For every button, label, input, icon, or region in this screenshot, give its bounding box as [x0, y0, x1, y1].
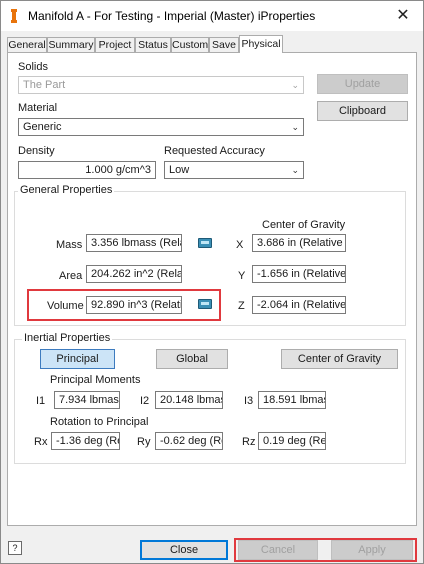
- x-label: X: [236, 239, 244, 251]
- area-field[interactable]: 204.262 in^2 (Relative: [86, 265, 182, 283]
- y-label: Y: [238, 270, 246, 282]
- chevron-down-icon: ⌄: [291, 122, 299, 132]
- physical-panel: Solids The Part ⌄ Update Material Clipbo…: [7, 52, 417, 526]
- i2-label: I2: [140, 395, 150, 407]
- chevron-down-icon: ⌄: [291, 80, 299, 90]
- density-label: Density: [18, 145, 55, 157]
- inventor-app-icon: [8, 8, 20, 24]
- ry-field[interactable]: -0.62 deg (Rela: [155, 432, 223, 450]
- clipboard-button[interactable]: Clipboard: [317, 101, 408, 121]
- calculator-icon[interactable]: [198, 238, 212, 248]
- title-bar: Manifold A - For Testing - Imperial (Mas…: [1, 1, 423, 31]
- general-properties-title: General Properties: [18, 184, 115, 196]
- i1-field[interactable]: 7.934 lbmass in: [54, 391, 120, 409]
- accuracy-dropdown[interactable]: Low ⌄: [164, 161, 304, 179]
- material-value: Generic: [23, 121, 62, 133]
- tab-physical[interactable]: Physical: [239, 35, 283, 53]
- close-button[interactable]: Close: [140, 540, 228, 560]
- tab-status[interactable]: Status: [135, 37, 171, 52]
- i1-label: I1: [36, 395, 46, 407]
- apply-button[interactable]: Apply: [331, 540, 413, 560]
- volume-label: Volume: [47, 300, 84, 312]
- z-label: Z: [238, 300, 245, 312]
- cancel-button[interactable]: Cancel: [238, 540, 318, 560]
- i2-field[interactable]: 20.148 lbmass: [155, 391, 223, 409]
- tab-custom[interactable]: Custom: [171, 37, 209, 52]
- inertial-properties-title: Inertial Properties: [22, 332, 113, 344]
- tab-save[interactable]: Save: [209, 37, 239, 52]
- principal-button[interactable]: Principal: [40, 349, 115, 369]
- cog-y-field[interactable]: -1.656 in (Relative Err: [252, 265, 346, 283]
- close-icon[interactable]: ✕: [393, 6, 413, 26]
- mass-label: Mass: [56, 239, 83, 251]
- material-dropdown[interactable]: Generic ⌄: [18, 118, 304, 136]
- rotation-to-principal-label: Rotation to Principal: [50, 416, 149, 428]
- solids-value: The Part: [23, 79, 66, 91]
- principal-moments-label: Principal Moments: [50, 374, 141, 386]
- help-icon[interactable]: ?: [8, 541, 22, 555]
- update-button[interactable]: Update: [317, 74, 408, 94]
- volume-field[interactable]: 92.890 in^3 (Relative: [86, 296, 182, 314]
- material-label: Material: [18, 102, 58, 114]
- tab-project[interactable]: Project: [95, 37, 135, 52]
- rx-label: Rx: [34, 436, 48, 448]
- accuracy-label: Requested Accuracy: [164, 145, 265, 157]
- density-field[interactable]: 1.000 g/cm^3: [18, 161, 156, 179]
- area-label: Area: [59, 270, 83, 282]
- rz-field[interactable]: 0.19 deg (Relat: [258, 432, 326, 450]
- i3-field[interactable]: 18.591 lbmass: [258, 391, 326, 409]
- i3-label: I3: [244, 395, 254, 407]
- tab-general[interactable]: General: [7, 37, 47, 52]
- cog-x-field[interactable]: 3.686 in (Relative Erro: [252, 234, 346, 252]
- rz-label: Rz: [242, 436, 256, 448]
- center-of-gravity-button[interactable]: Center of Gravity: [281, 349, 398, 369]
- solids-label: Solids: [18, 61, 48, 73]
- window-title: Manifold A - For Testing - Imperial (Mas…: [28, 9, 316, 23]
- cog-z-field[interactable]: -2.064 in (Relative Err: [252, 296, 346, 314]
- global-button[interactable]: Global: [156, 349, 228, 369]
- chevron-down-icon: ⌄: [291, 165, 299, 175]
- rx-field[interactable]: -1.36 deg (Rela: [51, 432, 120, 450]
- center-of-gravity-title: Center of Gravity: [262, 219, 346, 231]
- calculator-icon[interactable]: [198, 299, 212, 309]
- ry-label: Ry: [137, 436, 151, 448]
- solids-dropdown[interactable]: The Part ⌄: [18, 76, 304, 94]
- accuracy-value: Low: [169, 164, 190, 176]
- iproperties-dialog: Manifold A - For Testing - Imperial (Mas…: [0, 0, 424, 564]
- mass-field[interactable]: 3.356 lbmass (Relative: [86, 234, 182, 252]
- tab-summary[interactable]: Summary: [47, 37, 95, 52]
